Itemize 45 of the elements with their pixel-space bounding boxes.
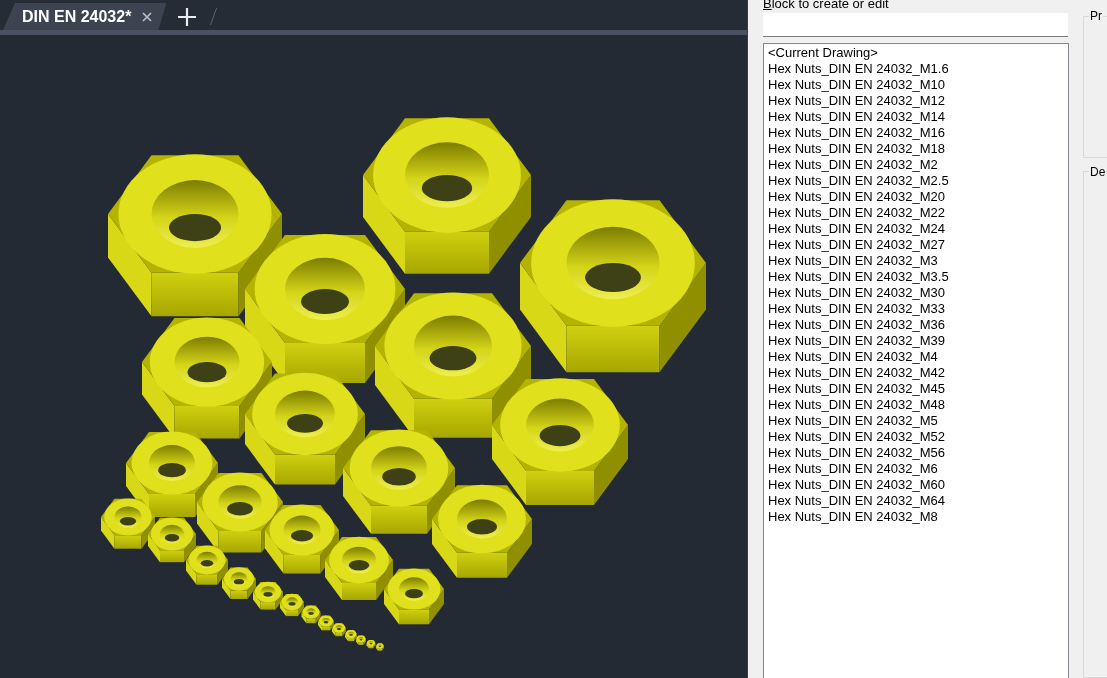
- list-item[interactable]: Hex Nuts_DIN EN 24032_M14: [767, 109, 947, 125]
- group-box-label: Pr: [1089, 9, 1103, 23]
- hex-nut: [332, 623, 346, 637]
- list-item[interactable]: Hex Nuts_DIN EN 24032_M5: [767, 413, 939, 429]
- list-item[interactable]: Hex Nuts_DIN EN 24032_M2: [767, 157, 939, 173]
- hex-nut: [356, 635, 366, 645]
- hex-nut: [222, 567, 256, 599]
- list-item[interactable]: Hex Nuts_DIN EN 24032_M64: [767, 493, 947, 509]
- list-item[interactable]: Hex Nuts_DIN EN 24032_M20: [767, 189, 947, 205]
- list-item[interactable]: Hex Nuts_DIN EN 24032_M10: [767, 77, 947, 93]
- list-item[interactable]: Hex Nuts_DIN EN 24032_M24: [767, 221, 947, 237]
- hex-nut: [318, 615, 334, 631]
- list-item[interactable]: Hex Nuts_DIN EN 24032_M36: [767, 317, 947, 333]
- list-item[interactable]: Hex Nuts_DIN EN 24032_M27: [767, 237, 947, 253]
- list-item[interactable]: Hex Nuts_DIN EN 24032_M1.6: [767, 61, 950, 77]
- list-item[interactable]: Hex Nuts_DIN EN 24032_M4: [767, 349, 939, 365]
- list-item[interactable]: Hex Nuts_DIN EN 24032_M6: [767, 461, 939, 477]
- list-item[interactable]: Hex Nuts_DIN EN 24032_M52: [767, 429, 947, 445]
- list-item[interactable]: Hex Nuts_DIN EN 24032_M33: [767, 301, 947, 317]
- list-item[interactable]: Hex Nuts_DIN EN 24032_M60: [767, 477, 947, 493]
- list-item[interactable]: Hex Nuts_DIN EN 24032_M22: [767, 205, 947, 221]
- list-item[interactable]: Hex Nuts_DIN EN 24032_M16: [767, 125, 947, 141]
- document-tab[interactable]: DIN EN 24032*: [3, 3, 167, 30]
- group-box-label: De: [1089, 165, 1107, 179]
- list-item[interactable]: Hex Nuts_DIN EN 24032_M18: [767, 141, 947, 157]
- list-item[interactable]: Hex Nuts_DIN EN 24032_M2.5: [767, 173, 950, 189]
- list-item[interactable]: Hex Nuts_DIN EN 24032_M12: [767, 93, 947, 109]
- list-item[interactable]: Hex Nuts_DIN EN 24032_M56: [767, 445, 947, 461]
- list-item[interactable]: Hex Nuts_DIN EN 24032_M3.5: [767, 269, 950, 285]
- list-item[interactable]: <Current Drawing>: [767, 45, 879, 61]
- close-icon[interactable]: [142, 11, 153, 22]
- hex-nut: [253, 581, 283, 610]
- hex-nut: [280, 593, 304, 617]
- list-item[interactable]: Hex Nuts_DIN EN 24032_M39: [767, 333, 947, 349]
- hex-nut: [345, 629, 357, 642]
- block-name-field[interactable]: [763, 13, 1068, 37]
- hex-nut: [325, 536, 393, 600]
- list-item[interactable]: Hex Nuts_DIN EN 24032_M8: [767, 509, 939, 525]
- hex-nut: [301, 605, 321, 624]
- list-item[interactable]: Hex Nuts_DIN EN 24032_M48: [767, 397, 947, 413]
- list-item[interactable]: Hex Nuts_DIN EN 24032_M30: [767, 285, 947, 301]
- list-item[interactable]: Hex Nuts_DIN EN 24032_M45: [767, 381, 947, 397]
- list-item[interactable]: Hex Nuts_DIN EN 24032_M42: [767, 365, 947, 381]
- list-item[interactable]: Hex Nuts_DIN EN 24032_M3: [767, 253, 939, 269]
- plus-icon[interactable]: [178, 7, 197, 26]
